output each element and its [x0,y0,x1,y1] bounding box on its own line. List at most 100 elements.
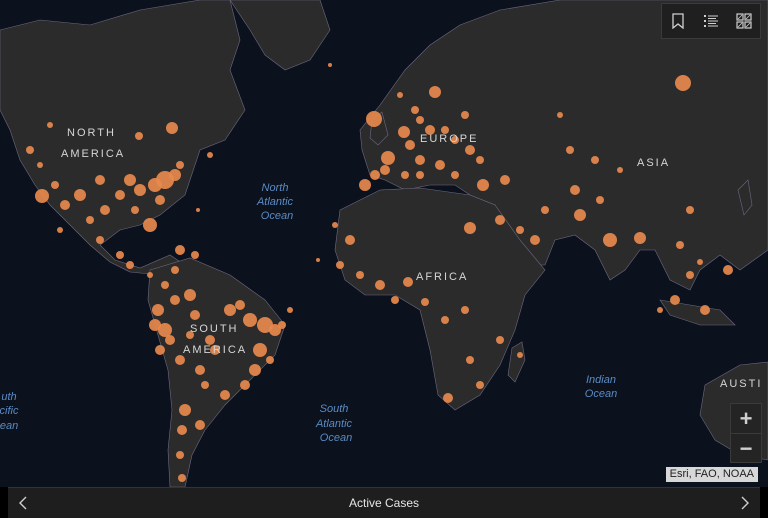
case-marker[interactable] [149,319,161,331]
case-marker[interactable] [249,364,261,376]
case-marker[interactable] [74,189,86,201]
next-button[interactable] [730,488,760,518]
case-marker[interactable] [634,232,646,244]
case-marker[interactable] [126,261,134,269]
case-marker[interactable] [243,313,257,327]
case-marker[interactable] [403,277,413,287]
case-marker[interactable] [191,251,199,259]
case-marker[interactable] [147,272,153,278]
case-marker[interactable] [495,215,505,225]
case-marker[interactable] [195,420,205,430]
case-marker[interactable] [517,352,523,358]
case-marker[interactable] [178,474,186,482]
case-marker[interactable] [516,226,524,234]
bookmark-button[interactable] [666,9,690,33]
case-marker[interactable] [37,162,43,168]
case-marker[interactable] [405,140,415,150]
case-marker[interactable] [530,235,540,245]
case-marker[interactable] [477,179,489,191]
case-marker[interactable] [96,236,104,244]
case-marker[interactable] [170,295,180,305]
case-marker[interactable] [416,116,424,124]
case-marker[interactable] [175,245,185,255]
basemap-gallery-button[interactable] [732,9,756,33]
case-marker[interactable] [51,181,59,189]
case-marker[interactable] [476,156,484,164]
case-marker[interactable] [557,112,563,118]
case-marker[interactable] [421,298,429,306]
case-marker[interactable] [723,265,733,275]
case-marker[interactable] [464,222,476,234]
case-marker[interactable] [429,86,441,98]
case-marker[interactable] [148,178,162,192]
case-marker[interactable] [287,307,293,313]
case-marker[interactable] [366,111,382,127]
case-marker[interactable] [155,345,165,355]
case-marker[interactable] [574,209,586,221]
case-marker[interactable] [686,271,694,279]
case-marker[interactable] [190,310,200,320]
case-marker[interactable] [115,190,125,200]
case-marker[interactable] [435,160,445,170]
case-marker[interactable] [397,92,403,98]
case-marker[interactable] [26,146,34,154]
case-marker[interactable] [500,175,510,185]
case-marker[interactable] [617,167,623,173]
case-marker[interactable] [443,393,453,403]
case-marker[interactable] [496,336,504,344]
case-marker[interactable] [356,271,364,279]
case-marker[interactable] [253,343,267,357]
case-marker[interactable] [391,296,399,304]
case-marker[interactable] [686,206,694,214]
case-marker[interactable] [201,381,209,389]
case-marker[interactable] [370,170,380,180]
case-marker[interactable] [451,171,459,179]
case-marker[interactable] [100,205,110,215]
case-marker[interactable] [359,179,371,191]
case-marker[interactable] [134,184,146,196]
zoom-in-button[interactable]: + [731,404,761,433]
case-marker[interactable] [566,146,574,154]
case-marker[interactable] [35,189,49,203]
case-marker[interactable] [465,145,475,155]
case-marker[interactable] [165,335,175,345]
case-marker[interactable] [60,200,70,210]
case-marker[interactable] [179,404,191,416]
case-marker[interactable] [95,175,105,185]
case-marker[interactable] [375,280,385,290]
case-marker[interactable] [398,126,410,138]
case-marker[interactable] [676,241,684,249]
case-marker[interactable] [176,451,184,459]
case-marker[interactable] [143,218,157,232]
case-marker[interactable] [416,171,424,179]
case-marker[interactable] [441,316,449,324]
case-marker[interactable] [177,425,187,435]
case-marker[interactable] [155,195,165,205]
case-marker[interactable] [596,196,604,204]
case-marker[interactable] [131,206,139,214]
case-marker[interactable] [57,227,63,233]
case-marker[interactable] [166,122,178,134]
case-marker[interactable] [345,235,355,245]
case-marker[interactable] [700,305,710,315]
case-marker[interactable] [415,155,425,165]
case-marker[interactable] [207,152,213,158]
case-marker[interactable] [116,251,124,259]
case-marker[interactable] [411,106,419,114]
case-marker[interactable] [47,122,53,128]
case-marker[interactable] [176,161,184,169]
previous-button[interactable] [8,488,38,518]
legend-button[interactable] [699,9,723,33]
case-marker[interactable] [461,306,469,314]
case-marker[interactable] [328,63,332,67]
case-marker[interactable] [169,169,181,181]
case-marker[interactable] [175,355,185,365]
case-marker[interactable] [332,222,338,228]
case-marker[interactable] [184,289,196,301]
case-marker[interactable] [336,261,344,269]
case-marker[interactable] [240,380,250,390]
case-marker[interactable] [697,259,703,265]
case-marker[interactable] [466,356,474,364]
case-marker[interactable] [541,206,549,214]
case-marker[interactable] [220,390,230,400]
